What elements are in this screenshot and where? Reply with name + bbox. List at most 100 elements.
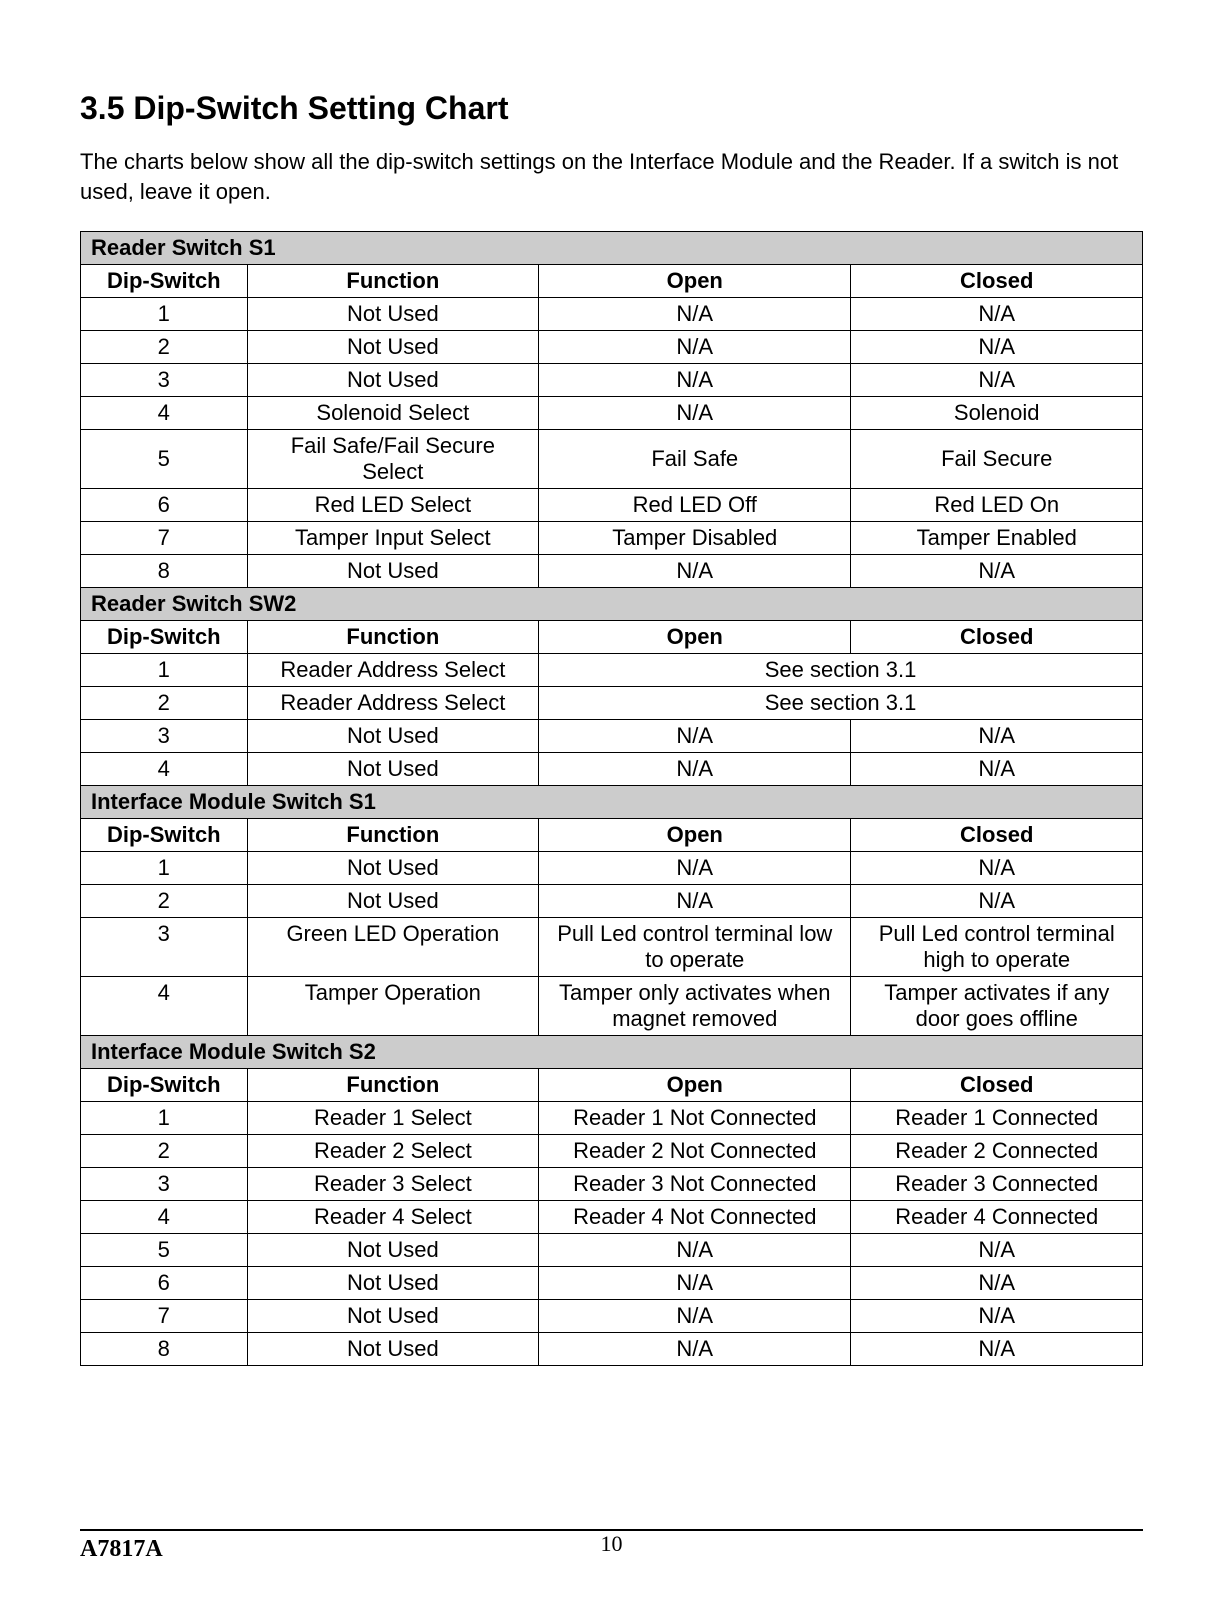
section-header-ims2: Interface Module Switch S2 <box>81 1036 1143 1069</box>
cell-func: Reader Address Select <box>247 654 539 687</box>
col-dip-header: Dip-Switch <box>81 1069 248 1102</box>
dip-switch-table: Reader Switch S1 Dip-Switch Function Ope… <box>80 231 1143 1366</box>
cell-open: N/A <box>539 852 851 885</box>
col-open-header: Open <box>539 621 851 654</box>
cell-num: 1 <box>81 298 248 331</box>
col-closed-header: Closed <box>851 1069 1143 1102</box>
cell-func: Not Used <box>247 720 539 753</box>
cell-num: 3 <box>81 918 248 977</box>
cell-closed: Reader 1 Connected <box>851 1102 1143 1135</box>
table-row: 3 Not Used N/A N/A <box>81 364 1143 397</box>
table-row: 7 Not Used N/A N/A <box>81 1300 1143 1333</box>
cell-open: N/A <box>539 1300 851 1333</box>
cell-closed: Pull Led control terminal high to operat… <box>851 918 1143 977</box>
table-row: 8 Not Used N/A N/A <box>81 555 1143 588</box>
cell-closed: N/A <box>851 753 1143 786</box>
cell-num: 1 <box>81 654 248 687</box>
cell-merged: See section 3.1 <box>539 687 1143 720</box>
cell-num: 1 <box>81 1102 248 1135</box>
cell-open: Reader 2 Not Connected <box>539 1135 851 1168</box>
cell-open: N/A <box>539 885 851 918</box>
cell-closed: N/A <box>851 331 1143 364</box>
cell-func: Fail Safe/Fail Secure Select <box>247 430 539 489</box>
table-row: 4 Not Used N/A N/A <box>81 753 1143 786</box>
cell-open: Reader 3 Not Connected <box>539 1168 851 1201</box>
cell-open: Fail Safe <box>539 430 851 489</box>
cell-func: Red LED Select <box>247 489 539 522</box>
cell-num: 2 <box>81 687 248 720</box>
cell-closed: Solenoid <box>851 397 1143 430</box>
table-row: 2 Reader Address Select See section 3.1 <box>81 687 1143 720</box>
table-row: 3 Not Used N/A N/A <box>81 720 1143 753</box>
table-row: 1 Not Used N/A N/A <box>81 852 1143 885</box>
cell-func: Reader 1 Select <box>247 1102 539 1135</box>
footer-page-number: 10 <box>601 1531 623 1557</box>
cell-open: Reader 1 Not Connected <box>539 1102 851 1135</box>
cell-closed: N/A <box>851 852 1143 885</box>
cell-func: Reader 2 Select <box>247 1135 539 1168</box>
cell-closed: N/A <box>851 1333 1143 1366</box>
cell-closed: Reader 2 Connected <box>851 1135 1143 1168</box>
table-row: 4 Solenoid Select N/A Solenoid <box>81 397 1143 430</box>
table-row: 5 Fail Safe/Fail Secure Select Fail Safe… <box>81 430 1143 489</box>
table-row: 3 Reader 3 Select Reader 3 Not Connected… <box>81 1168 1143 1201</box>
cell-func: Reader 3 Select <box>247 1168 539 1201</box>
cell-closed: N/A <box>851 555 1143 588</box>
cell-func: Not Used <box>247 555 539 588</box>
cell-num: 5 <box>81 1234 248 1267</box>
table-row: 1 Reader Address Select See section 3.1 <box>81 654 1143 687</box>
cell-open: N/A <box>539 1267 851 1300</box>
cell-func: Not Used <box>247 753 539 786</box>
cell-num: 4 <box>81 397 248 430</box>
col-dip-header: Dip-Switch <box>81 819 248 852</box>
cell-open: N/A <box>539 720 851 753</box>
cell-func: Tamper Operation <box>247 977 539 1036</box>
table-row: 2 Not Used N/A N/A <box>81 885 1143 918</box>
cell-merged: See section 3.1 <box>539 654 1143 687</box>
cell-closed: N/A <box>851 364 1143 397</box>
cell-func: Green LED Operation <box>247 918 539 977</box>
col-closed-header: Closed <box>851 265 1143 298</box>
cell-open: N/A <box>539 1234 851 1267</box>
col-dip-header: Dip-Switch <box>81 265 248 298</box>
intro-paragraph: The charts below show all the dip-switch… <box>80 147 1143 206</box>
cell-closed: N/A <box>851 1267 1143 1300</box>
cell-closed: N/A <box>851 720 1143 753</box>
cell-num: 1 <box>81 852 248 885</box>
table-row: 2 Not Used N/A N/A <box>81 331 1143 364</box>
table-row: 6 Red LED Select Red LED Off Red LED On <box>81 489 1143 522</box>
cell-num: 2 <box>81 1135 248 1168</box>
cell-open: Tamper only activates when magnet remove… <box>539 977 851 1036</box>
cell-open: Reader 4 Not Connected <box>539 1201 851 1234</box>
cell-func: Not Used <box>247 1333 539 1366</box>
section-header-sw2: Reader Switch SW2 <box>81 588 1143 621</box>
col-closed-header: Closed <box>851 819 1143 852</box>
col-func-header: Function <box>247 1069 539 1102</box>
cell-func: Reader 4 Select <box>247 1201 539 1234</box>
table-row: 4 Tamper Operation Tamper only activates… <box>81 977 1143 1036</box>
cell-func: Not Used <box>247 298 539 331</box>
col-dip-header: Dip-Switch <box>81 621 248 654</box>
cell-num: 6 <box>81 1267 248 1300</box>
table-row: 1 Reader 1 Select Reader 1 Not Connected… <box>81 1102 1143 1135</box>
table-row: 6 Not Used N/A N/A <box>81 1267 1143 1300</box>
cell-num: 7 <box>81 1300 248 1333</box>
col-open-header: Open <box>539 1069 851 1102</box>
table-row: 3 Green LED Operation Pull Led control t… <box>81 918 1143 977</box>
section-title: 3.5 Dip-Switch Setting Chart <box>80 90 1143 127</box>
col-open-header: Open <box>539 819 851 852</box>
cell-func: Not Used <box>247 885 539 918</box>
cell-closed: N/A <box>851 885 1143 918</box>
cell-func: Tamper Input Select <box>247 522 539 555</box>
page-footer: A7817A 10 <box>80 1529 1143 1563</box>
cell-num: 6 <box>81 489 248 522</box>
cell-func: Not Used <box>247 1234 539 1267</box>
cell-num: 7 <box>81 522 248 555</box>
section-header-s1: Reader Switch S1 <box>81 232 1143 265</box>
table-row: 8 Not Used N/A N/A <box>81 1333 1143 1366</box>
cell-closed: Reader 3 Connected <box>851 1168 1143 1201</box>
table-row: 5 Not Used N/A N/A <box>81 1234 1143 1267</box>
col-func-header: Function <box>247 265 539 298</box>
cell-closed: Tamper activates if any door goes offlin… <box>851 977 1143 1036</box>
table-row: 7 Tamper Input Select Tamper Disabled Ta… <box>81 522 1143 555</box>
